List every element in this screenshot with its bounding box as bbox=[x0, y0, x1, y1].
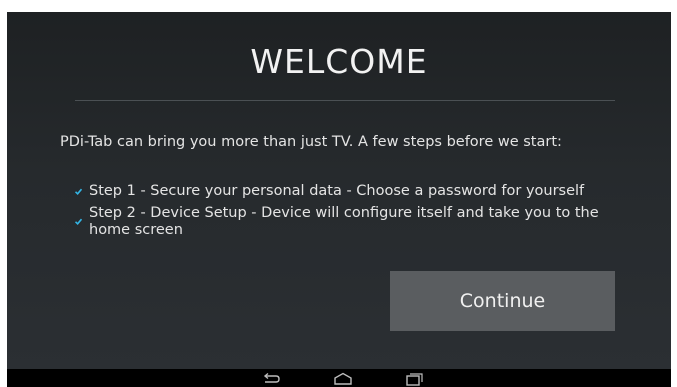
step-2-label: Step 2 - Device Setup - Device will conf… bbox=[89, 205, 599, 238]
title-divider bbox=[75, 100, 615, 101]
home-icon[interactable] bbox=[332, 372, 354, 386]
device-frame: WELCOME PDi-Tab can bring you more than … bbox=[0, 0, 677, 387]
step-item-2: Step 2 - Device Setup - Device will conf… bbox=[75, 205, 615, 239]
welcome-screen: WELCOME PDi-Tab can bring you more than … bbox=[7, 12, 671, 369]
step-item-1: Step 1 - Secure your personal data - Cho… bbox=[75, 183, 615, 200]
page-title: WELCOME bbox=[250, 42, 428, 81]
check-icon bbox=[75, 188, 82, 195]
continue-button[interactable]: Continue bbox=[390, 271, 615, 331]
check-icon bbox=[75, 218, 82, 225]
system-nav-bar bbox=[7, 369, 671, 387]
recent-apps-icon[interactable] bbox=[403, 372, 425, 386]
back-icon[interactable] bbox=[260, 372, 282, 386]
intro-text: PDi-Tab can bring you more than just TV.… bbox=[60, 134, 562, 150]
step-1-label: Step 1 - Secure your personal data - Cho… bbox=[89, 183, 585, 199]
